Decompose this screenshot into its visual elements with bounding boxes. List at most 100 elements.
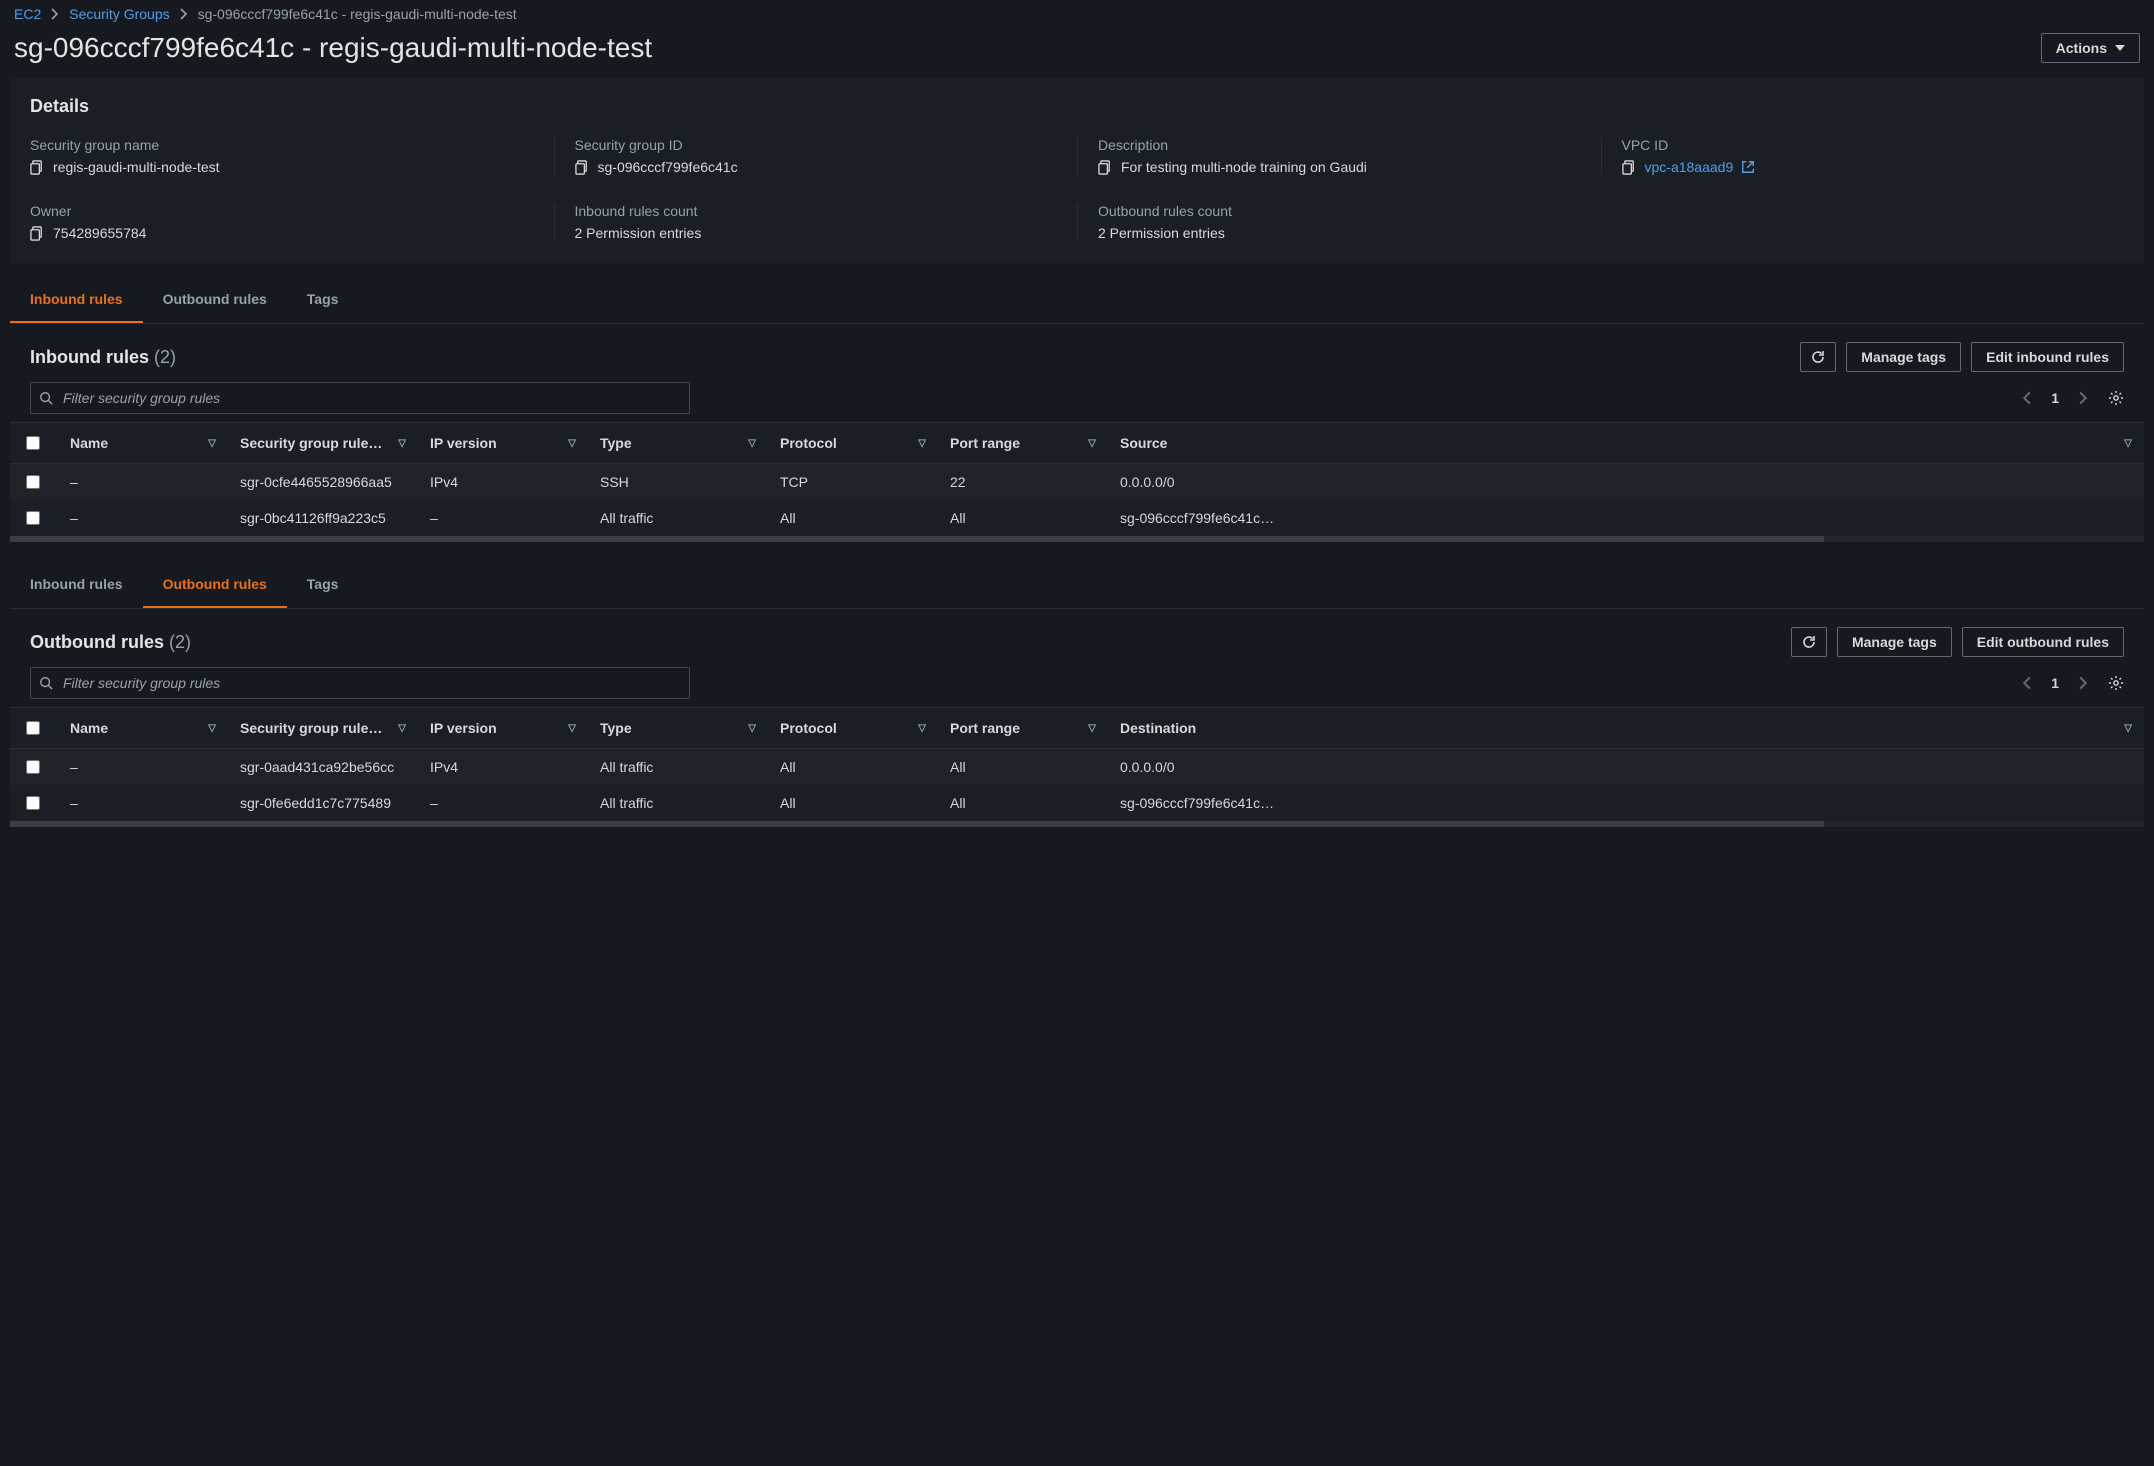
cell-type: All traffic	[588, 785, 768, 821]
tab-outbound-rules[interactable]: Outbound rules	[143, 562, 287, 608]
copy-icon[interactable]	[30, 226, 45, 241]
details-heading: Details	[30, 96, 2124, 117]
col-name[interactable]: Name▽	[58, 708, 228, 749]
breadcrumb-current: sg-096cccf799fe6c41c - regis-gaudi-multi…	[198, 6, 517, 22]
col-destination[interactable]: Destination▽	[1108, 708, 2144, 749]
col-rule-id[interactable]: Security group rule…▽	[228, 708, 418, 749]
copy-icon[interactable]	[30, 160, 45, 175]
pager-next[interactable]	[2075, 387, 2092, 409]
sort-icon: ▽	[918, 723, 926, 734]
sort-icon: ▽	[568, 438, 576, 449]
tab-inbound-rules[interactable]: Inbound rules	[10, 562, 143, 608]
copy-icon[interactable]	[1098, 160, 1113, 175]
cell-rule-id: sgr-0bc41126ff9a223c5	[228, 500, 418, 536]
cell-name: –	[58, 785, 228, 821]
cell-protocol: All	[768, 500, 938, 536]
search-icon	[39, 391, 53, 405]
inbound-rules-section: Inbound rules (2) Manage tags Edit inbou…	[10, 338, 2144, 542]
sort-icon: ▽	[2124, 723, 2132, 734]
col-ip-version[interactable]: IP version▽	[418, 423, 588, 464]
cell-port: All	[938, 785, 1108, 821]
manage-tags-button[interactable]: Manage tags	[1846, 342, 1961, 372]
row-checkbox[interactable]	[26, 511, 40, 525]
inbound-filter[interactable]	[30, 382, 690, 414]
row-checkbox[interactable]	[26, 796, 40, 810]
tab-tags[interactable]: Tags	[287, 277, 359, 323]
table-row[interactable]: – sgr-0cfe4465528966aa5 IPv4 SSH TCP 22 …	[10, 464, 2144, 501]
label-inbound-count: Inbound rules count	[575, 203, 1078, 219]
tab-inbound-rules[interactable]: Inbound rules	[10, 277, 143, 323]
col-name[interactable]: Name▽	[58, 423, 228, 464]
inbound-count: (2)	[154, 347, 176, 367]
actions-button[interactable]: Actions	[2041, 33, 2140, 63]
tab-outbound-rules[interactable]: Outbound rules	[143, 277, 287, 323]
label-owner: Owner	[30, 203, 554, 219]
pager-prev[interactable]	[2018, 387, 2035, 409]
breadcrumb-ec2[interactable]: EC2	[14, 6, 41, 22]
sort-icon: ▽	[1088, 723, 1096, 734]
sort-icon: ▽	[208, 438, 216, 449]
col-ip-version[interactable]: IP version▽	[418, 708, 588, 749]
cell-name: –	[58, 749, 228, 786]
settings-button[interactable]	[2108, 675, 2124, 691]
value-vpc-id-link[interactable]: vpc-a18aaad9	[1645, 159, 1734, 175]
col-type[interactable]: Type▽	[588, 423, 768, 464]
sort-icon: ▽	[568, 723, 576, 734]
sort-icon: ▽	[2124, 438, 2132, 449]
manage-tags-button[interactable]: Manage tags	[1837, 627, 1952, 657]
copy-icon[interactable]	[575, 160, 590, 175]
value-outbound-count: 2 Permission entries	[1098, 225, 1225, 241]
refresh-button[interactable]	[1791, 627, 1827, 657]
col-protocol[interactable]: Protocol▽	[768, 423, 938, 464]
col-rule-id[interactable]: Security group rule…▽	[228, 423, 418, 464]
col-protocol[interactable]: Protocol▽	[768, 708, 938, 749]
horizontal-scrollbar[interactable]	[10, 536, 2144, 542]
outbound-filter-input[interactable]	[61, 674, 681, 692]
select-all-checkbox[interactable]	[26, 721, 40, 735]
copy-icon[interactable]	[1622, 160, 1637, 175]
outbound-filter[interactable]	[30, 667, 690, 699]
cell-rule-id: sgr-0aad431ca92be56cc	[228, 749, 418, 786]
page-title: sg-096cccf799fe6c41c - regis-gaudi-multi…	[14, 32, 652, 64]
edit-outbound-rules-button[interactable]: Edit outbound rules	[1962, 627, 2124, 657]
search-icon	[39, 676, 53, 690]
cell-ip-version: IPv4	[418, 749, 588, 786]
settings-button[interactable]	[2108, 390, 2124, 406]
cell-port: All	[938, 749, 1108, 786]
cell-destination: 0.0.0.0/0	[1108, 749, 2144, 786]
breadcrumb-security-groups[interactable]: Security Groups	[69, 6, 169, 22]
refresh-button[interactable]	[1800, 342, 1836, 372]
cell-rule-id: sgr-0cfe4465528966aa5	[228, 464, 418, 501]
outbound-count: (2)	[169, 632, 191, 652]
horizontal-scrollbar[interactable]	[10, 821, 2144, 827]
pager-next[interactable]	[2075, 672, 2092, 694]
row-checkbox[interactable]	[26, 475, 40, 489]
inbound-rules-table: Name▽ Security group rule…▽ IP version▽ …	[10, 422, 2144, 536]
table-row[interactable]: – sgr-0fe6edd1c7c775489 – All traffic Al…	[10, 785, 2144, 821]
col-port-range[interactable]: Port range▽	[938, 708, 1108, 749]
table-row[interactable]: – sgr-0aad431ca92be56cc IPv4 All traffic…	[10, 749, 2144, 786]
cell-ip-version: IPv4	[418, 464, 588, 501]
sort-icon: ▽	[748, 723, 756, 734]
table-row[interactable]: – sgr-0bc41126ff9a223c5 – All traffic Al…	[10, 500, 2144, 536]
refresh-icon	[1810, 349, 1826, 365]
select-all-checkbox[interactable]	[26, 436, 40, 450]
caret-down-icon	[2115, 45, 2125, 51]
label-sg-name: Security group name	[30, 137, 554, 153]
col-type[interactable]: Type▽	[588, 708, 768, 749]
pager-prev[interactable]	[2018, 672, 2035, 694]
col-port-range[interactable]: Port range▽	[938, 423, 1108, 464]
col-source[interactable]: Source▽	[1108, 423, 2144, 464]
cell-name: –	[58, 464, 228, 501]
details-panel: Details Security group name regis-gaudi-…	[10, 78, 2144, 263]
label-sg-id: Security group ID	[575, 137, 1078, 153]
pager-page: 1	[2051, 390, 2059, 406]
edit-inbound-rules-button[interactable]: Edit inbound rules	[1971, 342, 2124, 372]
tab-tags[interactable]: Tags	[287, 562, 359, 608]
cell-type: All traffic	[588, 749, 768, 786]
inbound-filter-input[interactable]	[61, 389, 681, 407]
row-checkbox[interactable]	[26, 760, 40, 774]
value-inbound-count: 2 Permission entries	[575, 225, 702, 241]
label-description: Description	[1098, 137, 1601, 153]
outbound-rules-table: Name▽ Security group rule…▽ IP version▽ …	[10, 707, 2144, 821]
